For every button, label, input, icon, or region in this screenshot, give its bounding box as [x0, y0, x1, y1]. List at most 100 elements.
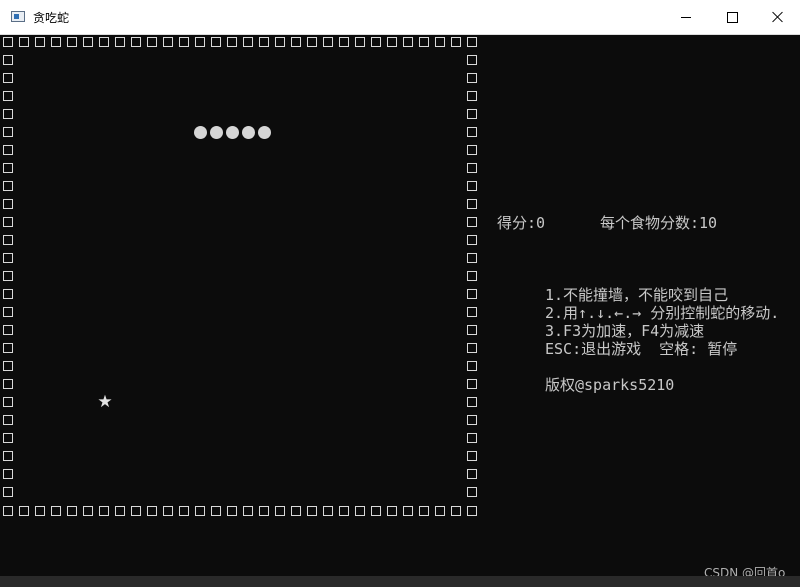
wall-block	[291, 37, 301, 47]
per-food-score-label: 每个食物分数:10	[600, 214, 718, 232]
wall-block	[387, 37, 397, 47]
close-button[interactable]	[755, 0, 800, 34]
wall-block	[3, 181, 13, 191]
wall-block	[467, 307, 477, 317]
wall-block	[435, 506, 445, 516]
wall-block	[339, 506, 349, 516]
wall-block	[467, 37, 477, 47]
wall-block	[83, 506, 93, 516]
wall-block	[451, 37, 461, 47]
wall-block	[243, 506, 253, 516]
wall-block	[467, 181, 477, 191]
wall-block	[371, 37, 381, 47]
wall-block	[387, 506, 397, 516]
wall-block	[35, 37, 45, 47]
wall-block	[99, 506, 109, 516]
maximize-button[interactable]	[709, 0, 755, 34]
wall-block	[195, 37, 205, 47]
wall-block	[3, 307, 13, 317]
wall-block	[163, 37, 173, 47]
wall-block	[3, 235, 13, 245]
wall-block	[3, 217, 13, 227]
wall-block	[355, 506, 365, 516]
wall-block	[227, 506, 237, 516]
wall-block	[83, 37, 93, 47]
wall-block	[3, 487, 13, 497]
wall-block	[467, 253, 477, 263]
wall-block	[451, 506, 461, 516]
wall-block	[131, 506, 141, 516]
wall-block	[259, 37, 269, 47]
wall-block	[3, 37, 13, 47]
wall-block	[467, 343, 477, 353]
wall-block	[115, 506, 125, 516]
wall-block	[179, 37, 189, 47]
wall-block	[243, 37, 253, 47]
wall-block	[371, 506, 381, 516]
wall-block	[3, 379, 13, 389]
wall-block	[179, 506, 189, 516]
wall-block	[3, 145, 13, 155]
wall-block	[467, 506, 477, 516]
wall-block	[467, 271, 477, 281]
wall-block	[147, 506, 157, 516]
wall-block	[3, 253, 13, 263]
wall-block	[67, 506, 77, 516]
wall-block	[3, 127, 13, 137]
title-bar: 贪吃蛇	[0, 0, 800, 35]
wall-block	[435, 37, 445, 47]
wall-block	[3, 506, 13, 516]
wall-block	[467, 415, 477, 425]
wall-block	[35, 506, 45, 516]
minimize-button[interactable]	[663, 0, 709, 34]
window-title: 贪吃蛇	[33, 11, 70, 25]
wall-block	[3, 343, 13, 353]
snake-segment	[258, 126, 271, 139]
snake-segment	[194, 126, 207, 139]
wall-block	[467, 127, 477, 137]
instruction-line: 3.F3为加速，F4为减速	[545, 322, 705, 340]
wall-block	[467, 235, 477, 245]
wall-block	[403, 506, 413, 516]
wall-block	[115, 37, 125, 47]
wall-block	[467, 217, 477, 227]
wall-block	[307, 506, 317, 516]
wall-block	[467, 73, 477, 83]
copyright-text: 版权@sparks5210	[545, 376, 675, 394]
wall-block	[3, 199, 13, 209]
wall-block	[419, 37, 429, 47]
wall-block	[467, 199, 477, 209]
wall-block	[51, 506, 61, 516]
wall-block	[467, 325, 477, 335]
wall-block	[3, 433, 13, 443]
wall-block	[3, 397, 13, 407]
wall-block	[467, 145, 477, 155]
wall-block	[99, 37, 109, 47]
instruction-line: ESC:退出游戏 空格: 暂停	[545, 340, 738, 358]
wall-block	[131, 37, 141, 47]
minimize-icon	[681, 16, 691, 18]
wall-block	[3, 55, 13, 65]
taskbar-strip	[0, 576, 800, 587]
instruction-line: 2.用↑.↓.←.→ 分别控制蛇的移动.	[545, 304, 780, 322]
wall-block	[275, 37, 285, 47]
wall-block	[67, 37, 77, 47]
wall-block	[467, 433, 477, 443]
wall-block	[323, 37, 333, 47]
wall-block	[419, 506, 429, 516]
maximize-icon	[726, 11, 738, 23]
snake-segment	[210, 126, 223, 139]
wall-block	[227, 37, 237, 47]
wall-block	[3, 289, 13, 299]
wall-block	[291, 506, 301, 516]
wall-block	[467, 163, 477, 173]
wall-block	[3, 73, 13, 83]
wall-block	[163, 506, 173, 516]
wall-block	[19, 506, 29, 516]
wall-block	[3, 91, 13, 101]
wall-block	[195, 506, 205, 516]
close-icon	[772, 11, 784, 23]
wall-block	[467, 397, 477, 407]
wall-block	[3, 109, 13, 119]
snake-segment	[226, 126, 239, 139]
